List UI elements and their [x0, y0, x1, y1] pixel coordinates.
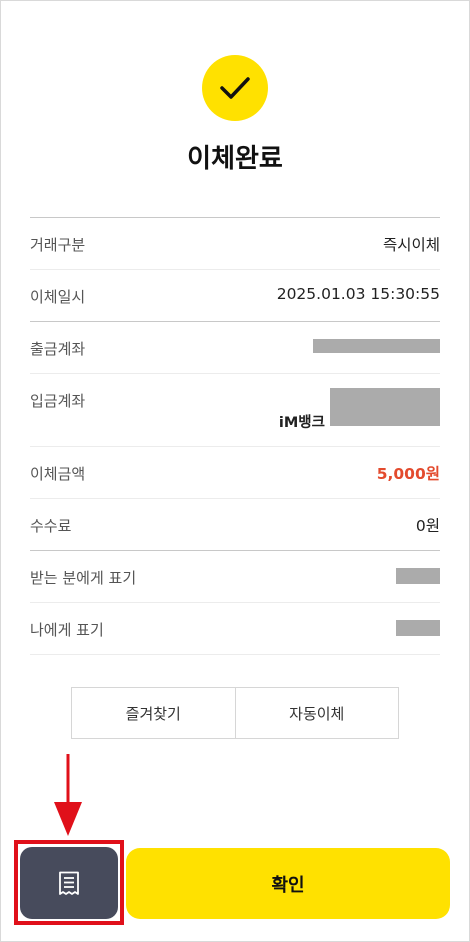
transfer-type-value: 즉시이체: [382, 236, 440, 254]
withdraw-account-masked: [313, 339, 440, 353]
withdraw-account-label: 출금계좌: [30, 340, 86, 358]
amount-value: 5,000원: [376, 465, 440, 483]
receipt-button[interactable]: [20, 847, 118, 919]
recipient-memo-label: 받는 분에게 표기: [30, 569, 137, 587]
row-amount: 이체금액 5,000원: [30, 447, 440, 499]
my-memo-masked: [396, 620, 440, 636]
check-icon: [220, 77, 250, 99]
transfer-details: 거래구분 즉시이체 이체일시 2025.01.03 15:30:55 출금계좌 …: [30, 217, 440, 655]
confirm-button[interactable]: 확인: [126, 848, 450, 919]
success-badge: [202, 55, 268, 121]
deposit-bank-name: iM뱅크: [278, 415, 325, 431]
deposit-account-masked: [330, 388, 440, 426]
amount-label: 이체금액: [30, 465, 86, 483]
recipient-memo-masked: [396, 568, 440, 584]
auto-transfer-button[interactable]: 자동이체: [234, 688, 399, 738]
row-deposit-account: 입금계좌 iM뱅크: [30, 374, 440, 447]
row-recipient-memo: 받는 분에게 표기: [30, 551, 440, 603]
page-title: 이체완료: [187, 144, 283, 174]
fee-label: 수수료: [30, 517, 72, 535]
row-transfer-type: 거래구분 즉시이체: [30, 218, 440, 270]
transfer-datetime-value: 2025.01.03 15:30:55: [276, 285, 440, 303]
row-my-memo: 나에게 표기: [30, 603, 440, 655]
transfer-datetime-label: 이체일시: [30, 288, 86, 306]
my-memo-label: 나에게 표기: [30, 621, 104, 639]
annotation-arrow: [54, 754, 82, 836]
receipt-icon: [59, 871, 79, 895]
quick-actions: 즐겨찾기 자동이체: [71, 687, 399, 739]
transfer-type-label: 거래구분: [30, 236, 86, 254]
fee-value: 0원: [415, 517, 440, 535]
row-transfer-datetime: 이체일시 2025.01.03 15:30:55: [30, 270, 440, 322]
favorite-button[interactable]: 즐겨찾기: [72, 688, 235, 738]
row-withdraw-account: 출금계좌: [30, 322, 440, 374]
row-fee: 수수료 0원: [30, 499, 440, 551]
deposit-account-label: 입금계좌: [30, 392, 86, 410]
